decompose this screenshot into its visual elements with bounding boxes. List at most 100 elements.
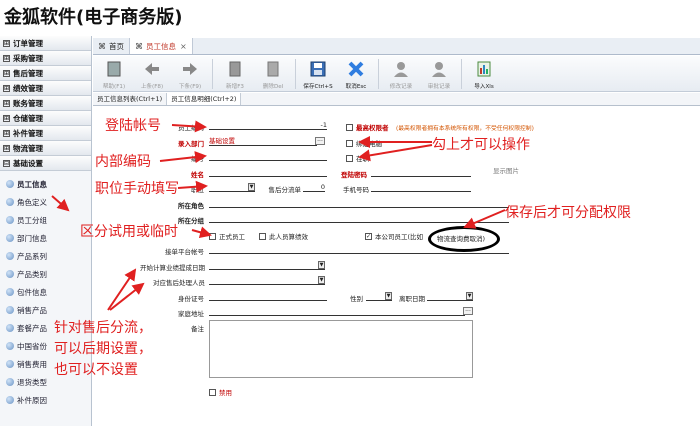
sidebar-menu-5[interactable]: ⊞ 仓储管理 [0,111,91,126]
dept-field[interactable]: 基础设置 [209,137,317,146]
group-field[interactable] [209,214,509,223]
login-password-label: 登陆密码 [341,171,367,179]
emp-code-field[interactable]: -1 [209,121,327,130]
sidebar-menu-3[interactable]: ⊞ 绩效管理 [0,81,91,96]
expand-icon: ⊞ [3,129,10,137]
employee-form: 员工编码 -1 最高权限者 (最高权限者拥有本系统所有权限，不受任何权限控制) … [93,107,700,426]
toolbar-button-3[interactable]: 新增F3 [216,56,254,92]
mobile-field[interactable] [371,183,471,192]
toolbar-button-1[interactable]: 上条(F8) [133,56,171,92]
sidebar-menu-6[interactable]: ⊞ 补件管理 [0,126,91,141]
sphere-icon [6,324,14,332]
job-combo[interactable]: ▼ [209,183,255,192]
expand-icon: ⊞ [3,69,10,77]
sidebar-menu-7[interactable]: ⊞ 物流管理 [0,141,91,156]
toolbar-button-8[interactable]: 审批记录 [420,56,458,92]
annotation-after-save: 保存后才可分配权限 [505,205,631,221]
address-label: 家庭地址 [178,310,204,318]
name-label: 姓名 [191,171,204,179]
toolbar-button-7[interactable]: 修改记录 [382,56,420,92]
sidebar-item-5[interactable]: 产品类别 [0,265,91,283]
sidebar-menu-0[interactable]: ⊞ 订单管理 [0,36,91,51]
sidebar-item-2[interactable]: 员工分组 [0,211,91,229]
toolbar-button-5[interactable]: 保存Ctrl+S [299,56,337,92]
toolbar-separator [378,59,379,89]
remark-textarea[interactable] [209,320,473,378]
leave-date-picker[interactable]: ▼ [427,292,473,301]
top-perm-checkbox[interactable]: 最高权限者 [346,122,389,132]
bind-computer-label: 绑定电脑 [356,140,382,148]
sidebar-item-0[interactable]: 员工信息 [0,175,91,193]
number-field[interactable] [209,152,327,161]
platform-account-label: 接单平台帐号 [165,248,204,256]
sidebar-item-12[interactable]: 补件原因 [0,391,91,409]
address-picker-button[interactable]: ... [463,307,473,315]
toolbar-button-0[interactable]: 帮助(F1) [95,56,133,92]
disabled-checkbox[interactable]: 禁用 [209,387,232,397]
expand-icon: ⊞ [3,54,10,62]
sidebar-item-7[interactable]: 销售产品 [0,301,91,319]
sidebar-menu-2[interactable]: ⊞ 售后管理 [0,66,91,81]
toolbar-button-4[interactable]: 删除Del [254,56,292,92]
calc-date-picker[interactable]: ▼ [209,261,325,270]
new-document-icon [225,59,245,79]
sidebar-item-3[interactable]: 部门信息 [0,229,91,247]
sidebar-item-4[interactable]: 产品系列 [0,247,91,265]
sidebar-menu-8[interactable]: ⊟ 基础设置 [0,156,91,171]
sphere-icon [6,180,14,188]
sphere-icon [6,252,14,260]
sidebar-menu-label: 仓储管理 [13,113,43,123]
sidebar-item-6[interactable]: 包件信息 [0,283,91,301]
tab-bar: ⌘ 首页 ⌘ 员工信息 × [93,38,700,55]
toolbar-label: 取消Esc [345,84,367,90]
annotation-trial: 区分试用或临时 [80,224,178,240]
entry-perf-label: 此人员算绩效 [269,233,308,241]
sidebar-menu-4[interactable]: ⊞ 账务管理 [0,96,91,111]
on-duty-checkbox[interactable]: 在职 [346,153,369,163]
collapse-icon: ⊟ [3,159,10,167]
toolbar-label: 删除Del [262,84,284,90]
company-employee-checkbox[interactable]: ✓ 本公司员工(比如 [365,231,423,241]
annotation-aftersale: 针对售后分流， 可以后期设置， 也可以不设置 [54,320,152,378]
sidebar-item-label: 角色定义 [17,197,47,207]
formal-employee-checkbox[interactable]: 正式员工 [209,231,245,241]
formal-employee-label: 正式员工 [219,233,245,241]
login-password-field[interactable] [371,168,471,177]
gender-combo[interactable]: ▼ [366,292,392,301]
role-field[interactable] [209,199,509,208]
bind-computer-checkbox[interactable]: 绑定电脑 [346,138,382,148]
handler-combo[interactable]: ▼ [209,276,325,285]
gender-label: 性别 [350,295,363,303]
idcard-field[interactable] [209,292,327,301]
role-label: 所在角色 [178,202,204,210]
toolbar-button-6[interactable]: 取消Esc [337,56,375,92]
sidebar-item-1[interactable]: 角色定义 [0,193,91,211]
sidebar-menu-label: 账务管理 [13,98,43,108]
subtab-detail[interactable]: 员工信息明细(Ctrl+2) [167,93,242,105]
sphere-icon [6,216,14,224]
sidebar-menu-label: 订单管理 [13,38,43,48]
tab-employee-info[interactable]: ⌘ 员工信息 × [130,38,193,54]
toolbar-separator [212,59,213,89]
aftersale-pipe-field[interactable]: 0 [303,183,325,192]
photo-label: 显示图片 [493,167,519,175]
sphere-icon [6,360,14,368]
entry-perf-checkbox[interactable]: 此人员算绩效 [259,231,308,241]
tab-home[interactable]: ⌘ 首页 [93,38,130,54]
sphere-icon [6,378,14,386]
excel-import-icon [474,59,494,79]
sidebar-menu-1[interactable]: ⊞ 采购管理 [0,51,91,66]
toolbar-button-9[interactable]: 导入Xls [465,56,503,92]
subtab-list[interactable]: 员工信息列表(Ctrl+1) [93,93,168,105]
expand-icon: ⊞ [3,39,10,47]
close-icon[interactable]: × [180,42,187,51]
sidebar-item-label: 产品类别 [17,269,47,279]
sidebar-menu-label: 采购管理 [13,53,43,63]
dept-label: 录入部门 [178,140,204,148]
toolbar-button-2[interactable]: 下条(F9) [171,56,209,92]
mobile-label: 手机号码 [343,186,369,194]
expand-icon: ⊞ [3,99,10,107]
dept-picker-button[interactable]: ... [315,137,325,145]
address-field[interactable] [209,307,465,316]
name-field[interactable] [209,168,327,177]
